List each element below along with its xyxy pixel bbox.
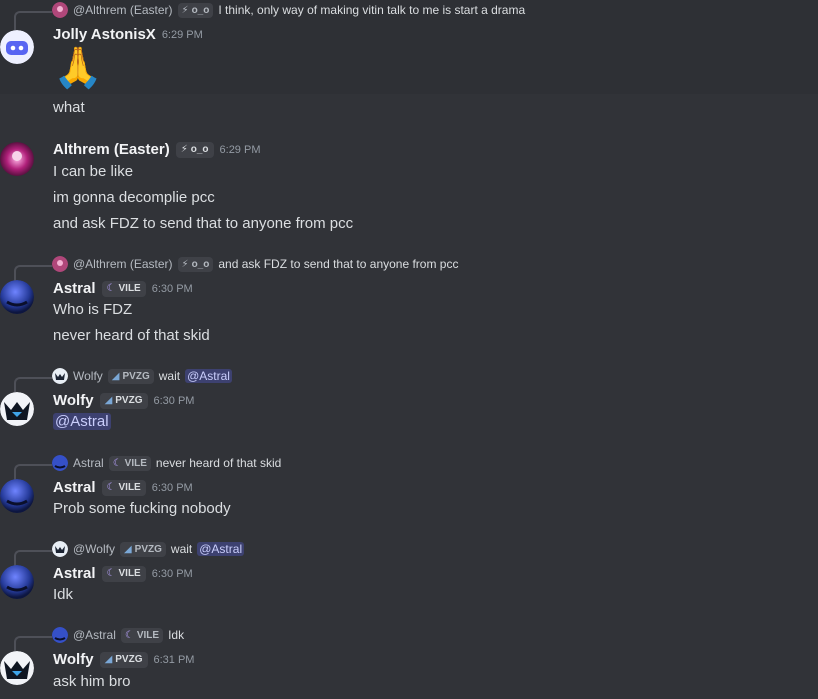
reply-guild-tag: ⚡ o_o	[177, 2, 214, 18]
username[interactable]: Wolfy	[53, 392, 94, 409]
avatar[interactable]	[0, 392, 34, 426]
message[interactable]: Wolfy ◢ PVZG wait @Astral Wolfy ◢ PVZG 6…	[0, 368, 818, 438]
username[interactable]: Astral	[53, 565, 96, 582]
reply-text: wait	[158, 369, 181, 383]
message-text: Who is FDZ	[53, 301, 133, 318]
guild-tag: ◢ PVZG	[99, 651, 148, 668]
reply-avatar	[52, 2, 68, 18]
crescent-icon: ☾	[124, 629, 134, 641]
username[interactable]: Althrem (Easter)	[53, 141, 170, 158]
lightning-icon: ⚡	[181, 258, 189, 270]
avatar[interactable]	[0, 565, 34, 599]
avatar[interactable]	[0, 479, 34, 513]
reply-text: wait	[170, 542, 193, 556]
reply-guild-tag: ◢ PVZG	[119, 541, 166, 557]
reply-avatar	[52, 256, 68, 272]
mention[interactable]: @Astral	[53, 413, 111, 430]
reply-mention[interactable]: @Astral	[185, 369, 232, 383]
emoji: 🙏	[53, 46, 103, 90]
reply-text: and ask FDZ to send that to anyone from …	[218, 257, 459, 271]
message-text: Prob some fucking nobody	[53, 500, 231, 517]
lightning-icon: ⚡	[181, 4, 189, 16]
guild-tag: ☾ VILE	[101, 280, 146, 297]
timestamp: 6:30 PM	[151, 481, 193, 494]
leaf-icon: ◢	[104, 395, 113, 406]
timestamp: 6:30 PM	[153, 394, 195, 407]
reply-username[interactable]: @Althrem (Easter)	[73, 3, 173, 17]
avatar[interactable]	[0, 651, 34, 685]
reply-avatar	[52, 541, 68, 557]
crescent-icon: ☾	[106, 482, 116, 493]
timestamp: 6:31 PM	[153, 653, 195, 666]
message-text: what	[53, 99, 85, 116]
avatar[interactable]	[0, 142, 34, 176]
username[interactable]: Astral	[53, 479, 96, 496]
timestamp: 6:29 PM	[219, 143, 261, 156]
reply-text: never heard of that skid	[155, 456, 282, 470]
guild-tag: ☾ VILE	[101, 565, 146, 582]
message-text: im gonna decomplie pcc	[53, 189, 215, 206]
guild-tag: ⚡ o_o	[175, 141, 214, 158]
message[interactable]: @Althrem (Easter) ⚡ o_o I think, only wa…	[0, 0, 818, 120]
avatar[interactable]	[0, 280, 34, 314]
reply-spine	[14, 11, 52, 31]
reply-avatar	[52, 368, 68, 384]
message[interactable]: Astral ☾ VILE never heard of that skid A…	[0, 455, 818, 525]
reply-avatar	[52, 627, 68, 643]
reply-text: I think, only way of making vitin talk t…	[218, 3, 526, 17]
reply-username[interactable]: @Astral	[73, 628, 116, 642]
message[interactable]: @Astral ☾ VILE Idk Wolfy ◢ PVZG 6:31 PM …	[0, 627, 818, 699]
message-text: I can be like	[53, 163, 134, 180]
username[interactable]: Astral	[53, 280, 96, 297]
lightning-icon: ⚡	[180, 144, 188, 155]
reply-guild-tag: ◢ PVZG	[107, 368, 154, 384]
message-text: never heard of that skid	[53, 327, 210, 344]
reply-guild-tag: ☾ VILE	[120, 627, 164, 643]
reply-mention[interactable]: @Astral	[197, 542, 245, 556]
reply-username[interactable]: Astral	[73, 456, 104, 470]
avatar[interactable]	[0, 30, 34, 64]
message-text: Idk	[53, 586, 74, 603]
crescent-icon: ☾	[106, 568, 116, 579]
message-text: @Astral	[53, 413, 111, 430]
timestamp: 6:30 PM	[151, 282, 193, 295]
reply-avatar	[52, 455, 68, 471]
timestamp: 6:30 PM	[151, 567, 193, 580]
reply-username[interactable]: @Althrem (Easter)	[73, 257, 173, 271]
reply-text: Idk	[168, 628, 185, 642]
username[interactable]: Jolly AstonisX	[53, 26, 156, 43]
message[interactable]: Althrem (Easter) ⚡ o_o 6:29 PM I can be …	[0, 136, 818, 236]
reply-guild-tag: ⚡ o_o	[177, 256, 214, 272]
reply-username[interactable]: @Wolfy	[73, 542, 115, 556]
guild-tag: ☾ VILE	[101, 479, 146, 496]
crescent-icon: ☾	[112, 457, 122, 469]
crescent-icon: ☾	[106, 283, 116, 294]
leaf-icon: ◢	[104, 654, 113, 665]
username[interactable]: Wolfy	[53, 651, 94, 668]
timestamp: 6:29 PM	[161, 28, 203, 41]
guild-tag: ◢ PVZG	[99, 392, 148, 409]
message[interactable]: @Althrem (Easter) ⚡ o_o and ask FDZ to s…	[0, 256, 818, 356]
message-text: ask him bro	[53, 673, 131, 690]
leaf-icon: ◢	[111, 370, 120, 382]
reply-username[interactable]: Wolfy	[73, 369, 103, 383]
message-text: and ask FDZ to send that to anyone from …	[53, 215, 354, 232]
message[interactable]: @Wolfy ◢ PVZG wait @Astral Astral ☾ VILE…	[0, 541, 818, 611]
leaf-icon: ◢	[123, 543, 132, 555]
reply-guild-tag: ☾ VILE	[108, 455, 151, 471]
